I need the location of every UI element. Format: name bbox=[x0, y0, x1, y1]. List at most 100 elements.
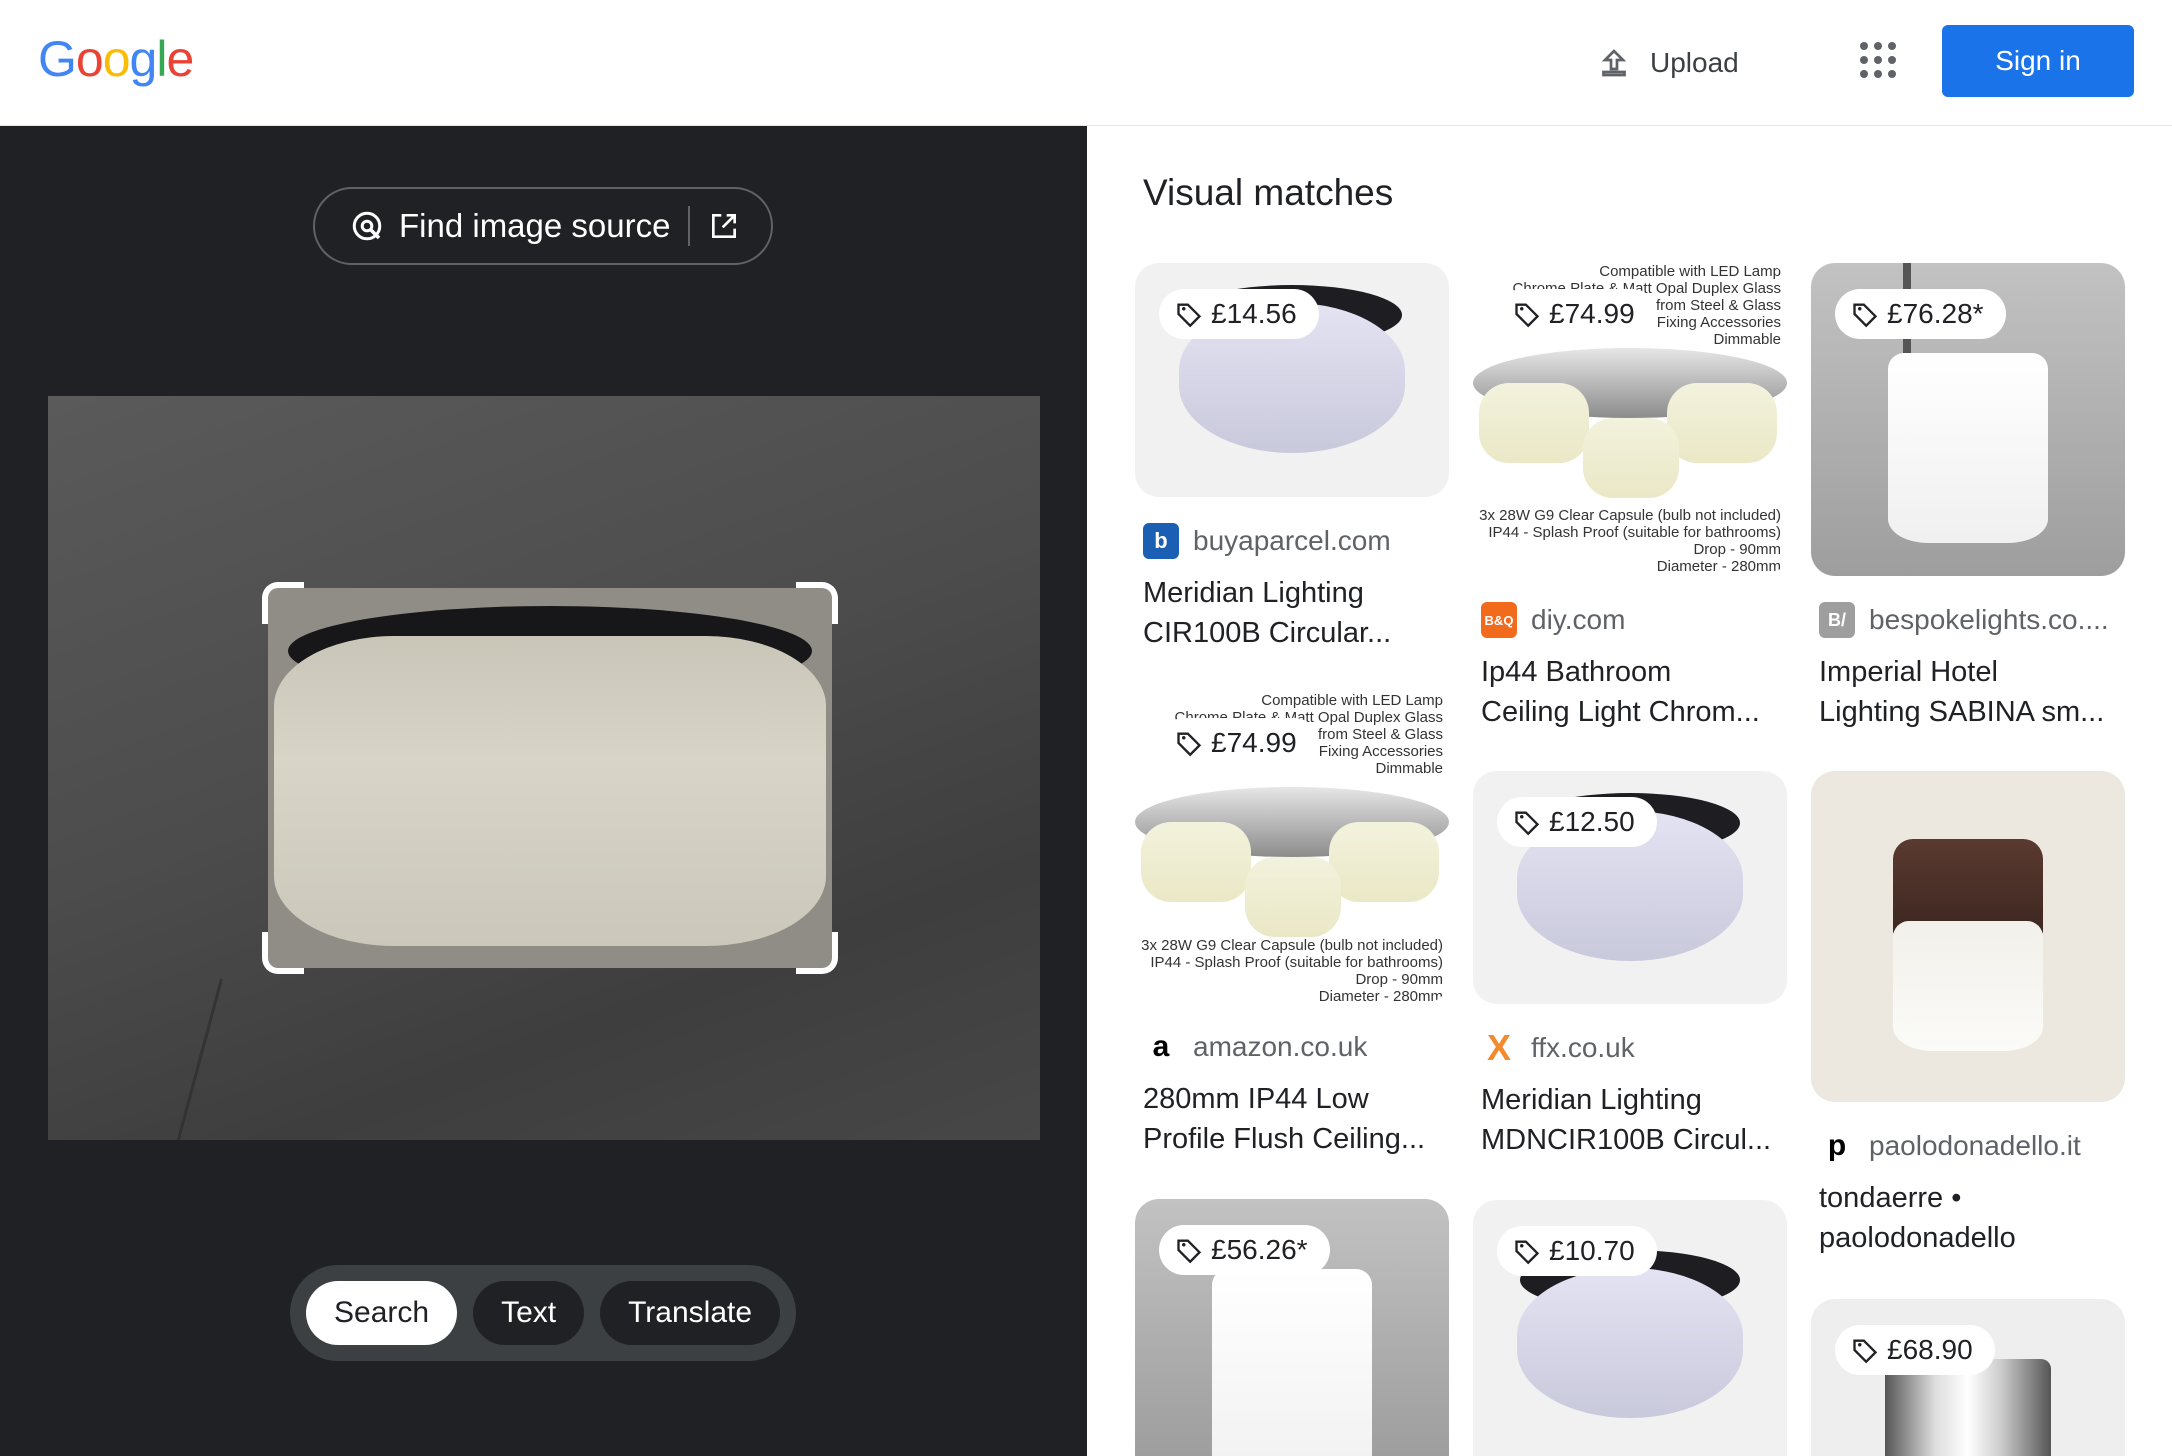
google-logo[interactable]: Google bbox=[38, 30, 194, 88]
crop-handle-bottom-left[interactable] bbox=[262, 932, 304, 974]
logo-letter: o bbox=[75, 31, 104, 87]
result-thumbnail[interactable]: Compatible with LED Lamp Chrome Plate & … bbox=[1135, 692, 1449, 1003]
upload-button[interactable]: Upload bbox=[1596, 38, 1739, 88]
price-tag-icon bbox=[1853, 303, 1878, 328]
result-card[interactable]: £68.90 bbox=[1811, 1299, 2125, 1456]
price-tag-icon bbox=[1515, 1240, 1540, 1265]
ceiling-detail bbox=[176, 978, 223, 1140]
result-title[interactable]: Meridian Lighting MDNCIR100B Circul... bbox=[1481, 1080, 1781, 1160]
price-text: £74.99 bbox=[1211, 727, 1297, 758]
title-line: CIR100B Circular... bbox=[1143, 617, 1392, 649]
result-title[interactable]: Ip44 Bathroom Ceiling Light Chrom... bbox=[1481, 652, 1781, 732]
price-tag-icon bbox=[1177, 303, 1202, 328]
result-card[interactable]: £56.26* bbox=[1135, 1199, 1449, 1456]
price-badge: £74.99 bbox=[1497, 289, 1657, 339]
result-source: X ffx.co.uk bbox=[1481, 1027, 1635, 1068]
result-title[interactable]: Imperial Hotel Lighting SABINA sm... bbox=[1819, 652, 2119, 732]
result-title[interactable]: tondaerre • paolodonadello bbox=[1819, 1178, 2119, 1258]
logo-letter: g bbox=[129, 31, 158, 87]
price-text: £68.90 bbox=[1887, 1334, 1973, 1365]
title-line: Lighting SABINA sm... bbox=[1819, 696, 2105, 728]
divider bbox=[688, 206, 691, 246]
result-card[interactable]: £12.50 X ffx.co.uk Meridian Lighting MDN… bbox=[1473, 771, 1787, 1171]
title-line: Ceiling Light Chrom... bbox=[1481, 696, 1760, 728]
logo-letter: G bbox=[38, 31, 77, 87]
crop-selection[interactable] bbox=[262, 582, 838, 974]
result-thumbnail[interactable]: £56.26* bbox=[1135, 1199, 1449, 1456]
title-line: Ip44 Bathroom bbox=[1481, 656, 1672, 688]
result-source: B/ bespokelights.co.... bbox=[1819, 602, 2109, 638]
mode-search[interactable]: Search bbox=[306, 1281, 458, 1345]
result-source: B&Q diy.com bbox=[1481, 602, 1625, 638]
upload-icon bbox=[1601, 49, 1627, 77]
result-title[interactable]: Meridian Lighting CIR100B Circular... bbox=[1143, 573, 1443, 653]
image-caption: IP44 - Splash Proof (suitable for bathro… bbox=[1488, 524, 1781, 541]
price-tag-icon bbox=[1515, 811, 1540, 836]
result-thumbnail[interactable]: £12.50 bbox=[1473, 771, 1787, 1004]
find-image-source-button[interactable]: Find image source bbox=[313, 187, 773, 265]
result-source: b buyaparcel.com bbox=[1143, 523, 1391, 559]
title-line: tondaerre • bbox=[1819, 1182, 1962, 1214]
result-thumbnail[interactable] bbox=[1811, 771, 2125, 1102]
result-card[interactable]: Compatible with LED Lamp Chrome Plate & … bbox=[1473, 263, 1787, 733]
title-line: Imperial Hotel bbox=[1819, 656, 1998, 688]
result-source: p paolodonadello.it bbox=[1819, 1128, 2081, 1164]
price-badge: £10.70 bbox=[1497, 1226, 1657, 1276]
source-domain: diy.com bbox=[1531, 604, 1626, 635]
source-domain: paolodonadello.it bbox=[1869, 1130, 2081, 1161]
source-domain: bespokelights.co.... bbox=[1869, 604, 2109, 635]
price-tag-icon bbox=[1177, 1239, 1202, 1264]
selected-lamp-image bbox=[268, 588, 832, 968]
result-thumbnail[interactable]: Compatible with LED Lamp Chrome Plate & … bbox=[1473, 263, 1787, 576]
lens-search-icon bbox=[352, 211, 382, 241]
result-thumbnail[interactable]: £76.28* bbox=[1811, 263, 2125, 576]
source-domain: buyaparcel.com bbox=[1193, 525, 1391, 556]
result-card[interactable]: Compatible with LED Lamp Chrome Plate & … bbox=[1135, 692, 1449, 1162]
title-line: 280mm IP44 Low bbox=[1143, 1083, 1369, 1115]
result-card[interactable]: p paolodonadello.it tondaerre • paolodon… bbox=[1811, 771, 2125, 1271]
logo-letter: l bbox=[156, 31, 167, 87]
logo-letter: e bbox=[166, 31, 194, 87]
price-text: £14.56 bbox=[1211, 298, 1297, 329]
price-badge: £56.26* bbox=[1159, 1225, 1330, 1275]
price-tag-icon bbox=[1853, 1339, 1878, 1364]
crop-handle-top-right[interactable] bbox=[796, 582, 838, 624]
title-line: Meridian Lighting bbox=[1143, 577, 1364, 609]
image-caption: Drop - 90mm bbox=[1355, 971, 1443, 988]
result-thumbnail[interactable]: £68.90 bbox=[1811, 1299, 2125, 1456]
visual-matches-heading: Visual matches bbox=[1143, 172, 1394, 213]
result-thumbnail[interactable]: £10.70 bbox=[1473, 1200, 1787, 1456]
favicon: X bbox=[1481, 1027, 1517, 1068]
apps-grid-icon[interactable] bbox=[1860, 42, 1896, 78]
favicon: B/ bbox=[1819, 602, 1855, 638]
price-tag-icon bbox=[1515, 303, 1540, 328]
price-text: £12.50 bbox=[1549, 806, 1635, 837]
sign-in-button[interactable]: Sign in bbox=[1942, 25, 2134, 97]
result-card[interactable]: £76.28* B/ bespokelights.co.... Imperial… bbox=[1811, 263, 2125, 733]
mode-translate[interactable]: Translate bbox=[600, 1281, 781, 1345]
result-thumbnail[interactable]: £14.56 bbox=[1135, 263, 1449, 497]
title-line: Meridian Lighting bbox=[1481, 1084, 1702, 1116]
image-caption: Compatible with LED Lamp bbox=[1599, 263, 1781, 280]
result-card[interactable]: £14.56 b buyaparcel.com Meridian Lightin… bbox=[1135, 263, 1449, 663]
upload-label: Upload bbox=[1650, 47, 1739, 78]
image-caption: Drop - 90mm bbox=[1693, 541, 1781, 558]
result-title[interactable]: 280mm IP44 Low Profile Flush Ceiling... bbox=[1143, 1079, 1443, 1159]
mode-text[interactable]: Text bbox=[473, 1281, 585, 1345]
crop-handle-bottom-right[interactable] bbox=[796, 932, 838, 974]
source-domain: ffx.co.uk bbox=[1531, 1032, 1635, 1063]
crop-handle-top-left[interactable] bbox=[262, 582, 304, 624]
image-caption: IP44 - Splash Proof (suitable for bathro… bbox=[1150, 954, 1443, 971]
favicon: b bbox=[1143, 523, 1179, 559]
favicon: a bbox=[1143, 1029, 1179, 1065]
title-line: Profile Flush Ceiling... bbox=[1143, 1123, 1426, 1155]
logo-letter: o bbox=[102, 31, 131, 87]
result-source: a amazon.co.uk bbox=[1143, 1029, 1367, 1065]
favicon: p bbox=[1819, 1128, 1855, 1164]
price-badge: £76.28* bbox=[1835, 289, 2006, 339]
favicon: B&Q bbox=[1481, 602, 1517, 638]
image-caption: 3x 28W G9 Clear Capsule (bulb not includ… bbox=[1141, 937, 1443, 954]
image-caption: 3x 28W G9 Clear Capsule (bulb not includ… bbox=[1479, 507, 1781, 524]
image-caption: Diameter - 280mm bbox=[1656, 558, 1781, 575]
result-card[interactable]: £10.70 bbox=[1473, 1200, 1787, 1456]
